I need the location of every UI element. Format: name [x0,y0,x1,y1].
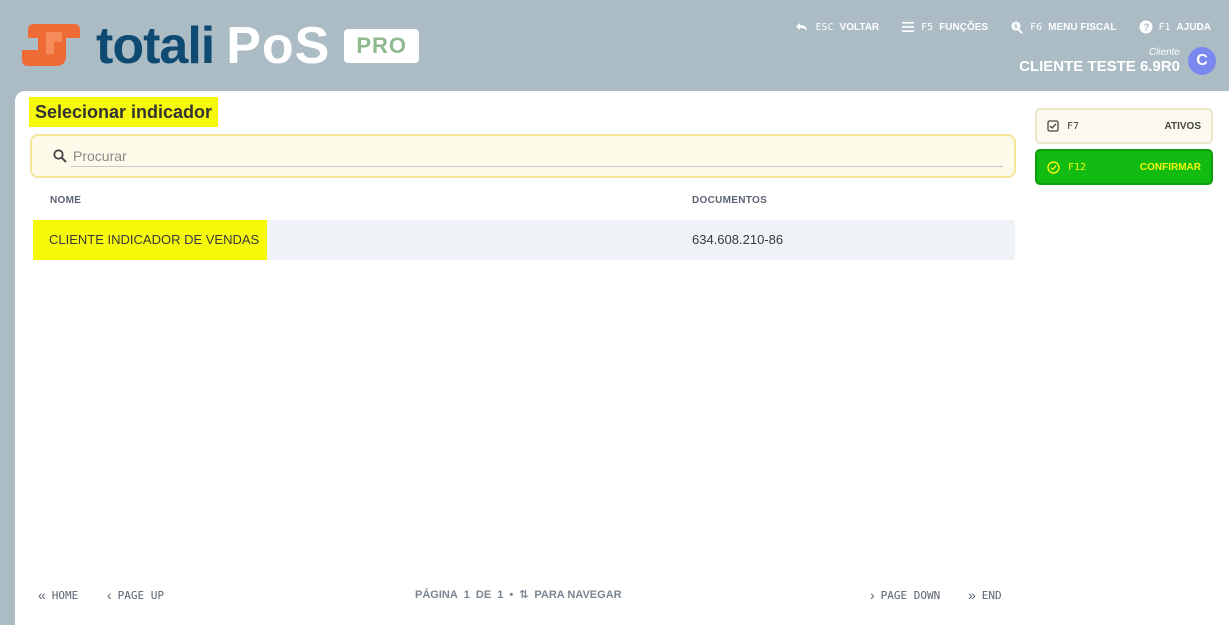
ativos-key: F7 [1067,120,1080,132]
end-label: END [981,588,1002,602]
nav-ajuda[interactable]: ? F1 AJUDA [1139,20,1211,34]
double-chevron-left-icon: « [38,587,46,603]
fiscal-search-icon: $ [1011,21,1023,34]
page-title: Selecionar indicador [29,97,219,127]
nav-funcoes-label: FUNÇÕES [939,21,989,33]
search-box [30,134,1016,178]
client-info: Cliente CLIENTE TESTE 6.9R0 C [1019,47,1216,75]
nav-funcoes[interactable]: F5 FUNÇÕES [901,20,988,34]
page-up-button[interactable]: ‹ PAGE UP [107,588,164,602]
page-down-button[interactable]: › PAGE DOWN [870,588,940,602]
search-icon [53,149,67,163]
confirmar-label: CONFIRMAR [1139,161,1201,173]
check-circle-icon [1047,160,1060,174]
column-header-nome[interactable]: NOME [50,195,81,206]
brand-word: totali [96,17,215,75]
svg-text:?: ? [1143,23,1149,34]
home-button[interactable]: « HOME [38,588,78,602]
menu-icon [902,22,915,32]
totali-pos-logo: totali PoS PRO [18,17,420,75]
table-row[interactable]: CLIENTE INDICADOR DE VENDAS 634.608.210-… [33,220,1015,260]
edition-badge: PRO [344,28,420,64]
current-page: 1 [463,588,470,601]
search-input[interactable] [71,145,1003,167]
chevron-left-icon: ‹ [107,587,112,603]
nav-voltar-key: ESC [815,21,834,33]
checkbox-icon [1047,120,1059,132]
confirmar-key: F12 [1068,161,1087,173]
nav-ajuda-label: AJUDA [1176,21,1211,33]
nav-menu-fiscal-key: F6 [1030,21,1043,33]
nav-menu-fiscal-label: MENU FISCAL [1048,21,1117,33]
nav-funcoes-key: F5 [921,21,934,33]
nav-hint: PARA NAVEGAR [534,588,622,601]
bullet-separator: • [509,588,514,601]
nav-voltar-label: VOLTAR [839,21,880,33]
confirmar-button[interactable]: F12 CONFIRMAR [1035,149,1213,185]
top-navigation: ESC VOLTAR F5 FUNÇÕES $ F6 MENU FISCAL ?… [795,20,1211,34]
nav-ajuda-key: F1 [1158,21,1171,33]
avatar[interactable]: C [1188,47,1216,75]
home-label: HOME [51,588,79,602]
nav-voltar[interactable]: ESC VOLTAR [795,20,879,34]
ativos-label: ATIVOS [1164,120,1201,132]
pagina-label: PÁGINA [415,588,458,601]
column-header-documentos[interactable]: DOCUMENTOS [692,195,767,206]
page-up-label: PAGE UP [117,588,165,602]
product-name: PoS [226,17,331,75]
page-down-label: PAGE DOWN [880,588,941,602]
ativos-button[interactable]: F7 ATIVOS [1035,108,1213,144]
nav-menu-fiscal[interactable]: $ F6 MENU FISCAL [1010,20,1117,34]
end-button[interactable]: » END [968,588,1002,602]
pagination-info: PÁGINA 1 DE 1 • ⇅ PARA NAVEGAR [415,588,622,602]
cell-documentos: 634.608.210-86 [692,232,784,247]
cell-nome: CLIENTE INDICADOR DE VENDAS [33,220,268,260]
chevron-right-icon: › [870,587,875,603]
up-down-arrows-icon: ⇅ [519,589,529,601]
total-pages: 1 [497,588,504,601]
help-icon: ? [1139,20,1152,34]
de-label: DE [475,588,492,601]
client-name: CLIENTE TESTE 6.9R0 [1019,58,1180,75]
undo-icon [796,23,808,31]
double-chevron-right-icon: » [968,587,976,603]
logo-mark-icon [18,20,90,72]
